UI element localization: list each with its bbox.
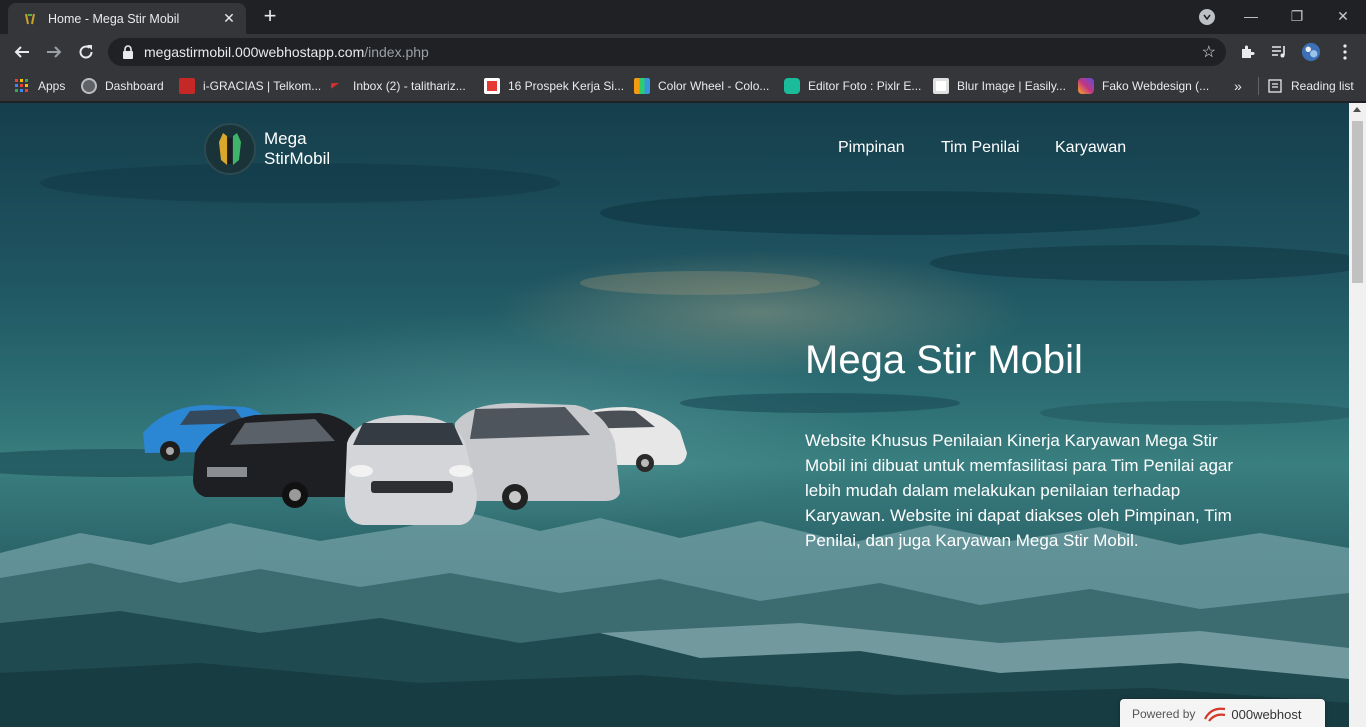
nav-tim-penilai[interactable]: Tim Penilai — [941, 139, 1020, 157]
brand-logo-icon — [204, 123, 256, 175]
silver-sedan-image — [344, 415, 477, 525]
brand-name-line2: StirMobil — [264, 149, 331, 168]
bookmark-label: Blur Image | Easily... — [957, 79, 1066, 93]
browser-tab[interactable]: Home - Mega Stir Mobil ✕ — [8, 3, 246, 34]
url-path: /index.php — [364, 44, 429, 60]
address-bar[interactable]: megastirmobil.000webhostapp.com/index.ph… — [108, 38, 1226, 66]
profile-avatar[interactable] — [1301, 42, 1321, 62]
extensions-icon[interactable] — [1237, 42, 1257, 62]
hero-description: Website Khusus Penilaian Kinerja Karyawa… — [805, 431, 1234, 550]
scrollbar-thumb[interactable] — [1352, 121, 1363, 283]
home-icon — [484, 78, 500, 94]
bookmark-star-icon[interactable]: ☆ — [1202, 42, 1216, 62]
minimize-button[interactable]: — — [1228, 4, 1274, 28]
bookmark-label: Inbox (2) - talithariz... — [353, 79, 466, 93]
page-scrollbar[interactable] — [1349, 103, 1366, 727]
reload-icon — [79, 45, 93, 59]
site-brand[interactable]: Mega StirMobil — [204, 123, 344, 175]
instagram-icon — [1078, 78, 1094, 94]
page-viewport: Mega StirMobil Pimpinan Tim Penilai Kary… — [0, 103, 1349, 727]
browser-toolbar: megastirmobil.000webhostapp.com/index.ph… — [0, 34, 1366, 70]
tab-close-icon[interactable]: ✕ — [220, 10, 238, 27]
powered-by-badge[interactable]: Powered by 000webhost — [1120, 699, 1325, 727]
bookmarks-bar: Apps Dashboard i-GRACIAS | Telkom... Inb… — [0, 70, 1366, 102]
bookmark-label: Dashboard — [105, 79, 164, 93]
nav-pimpinan[interactable]: Pimpinan — [838, 139, 905, 157]
back-arrow-icon — [14, 46, 29, 58]
close-window-button[interactable]: ✕ — [1320, 4, 1366, 28]
pixlr-icon — [784, 78, 800, 94]
brand-name: Mega StirMobil — [264, 129, 344, 169]
site-favicon-icon — [22, 11, 38, 27]
hero-cars-image — [143, 403, 687, 525]
bookmark-blur-image[interactable]: Blur Image | Easily... — [933, 77, 1066, 95]
bookmark-apps[interactable]: Apps — [14, 77, 65, 95]
reading-list-label: Reading list — [1291, 79, 1354, 93]
reading-list-button[interactable]: Reading list — [1258, 77, 1354, 95]
bookmark-label: Apps — [38, 79, 66, 93]
bookmark-label: Fako Webdesign (... — [1102, 79, 1210, 93]
hero-title: Mega Stir Mobil — [805, 338, 1083, 382]
restore-button[interactable]: ❐ — [1274, 4, 1320, 28]
bookmark-prospek[interactable]: 16 Prospek Kerja Si... — [484, 77, 624, 95]
powered-by-label: Powered by — [1132, 707, 1196, 721]
mail-icon — [331, 83, 345, 89]
bookmark-pixlr[interactable]: Editor Foto : Pixlr E... — [784, 77, 921, 95]
chrome-menu-icon[interactable] — [1335, 42, 1355, 62]
bookmark-dashboard[interactable]: Dashboard — [81, 77, 164, 95]
new-tab-button[interactable]: + — [258, 5, 282, 29]
color-wheel-icon — [634, 78, 650, 94]
silver-minivan-image — [455, 403, 620, 510]
dashboard-icon — [81, 78, 97, 94]
powered-by-brand: 000webhost — [1231, 706, 1302, 722]
igracias-icon — [179, 78, 195, 94]
bookmark-label: 16 Prospek Kerja Si... — [508, 79, 625, 93]
bookmark-color-wheel[interactable]: Color Wheel - Colo... — [634, 77, 769, 95]
bookmark-label: Color Wheel - Colo... — [658, 79, 770, 93]
brand-name-line1: Mega — [264, 129, 307, 148]
webhost-logo-icon — [1204, 707, 1226, 722]
url-host: megastirmobil.000webhostapp.com — [144, 44, 365, 60]
scroll-up-arrow-icon[interactable] — [1353, 107, 1361, 112]
back-button[interactable] — [10, 40, 34, 64]
forward-button[interactable] — [42, 40, 66, 64]
reading-list-icon — [1268, 79, 1282, 93]
bookmark-inbox[interactable]: Inbox (2) - talithariz... — [331, 77, 466, 95]
more-bookmarks-button[interactable]: » — [1234, 77, 1242, 95]
forward-arrow-icon — [47, 46, 62, 58]
bookmark-label: i-GRACIAS | Telkom... — [203, 79, 322, 93]
blur-icon — [933, 78, 949, 94]
apps-grid-icon — [15, 79, 28, 92]
lock-icon — [123, 45, 133, 59]
bookmark-igracias[interactable]: i-GRACIAS | Telkom... — [179, 77, 321, 95]
reload-button[interactable] — [74, 40, 98, 64]
bookmark-label: Editor Foto : Pixlr E... — [808, 79, 922, 93]
tab-strip: Home - Mega Stir Mobil ✕ + — ❐ ✕ — [0, 0, 1366, 34]
nav-karyawan[interactable]: Karyawan — [1055, 139, 1126, 157]
tab-title: Home - Mega Stir Mobil — [48, 11, 180, 26]
tab-search-icon[interactable] — [1199, 9, 1215, 25]
bookmark-fako[interactable]: Fako Webdesign (... — [1078, 77, 1209, 95]
media-control-icon[interactable] — [1269, 42, 1289, 62]
